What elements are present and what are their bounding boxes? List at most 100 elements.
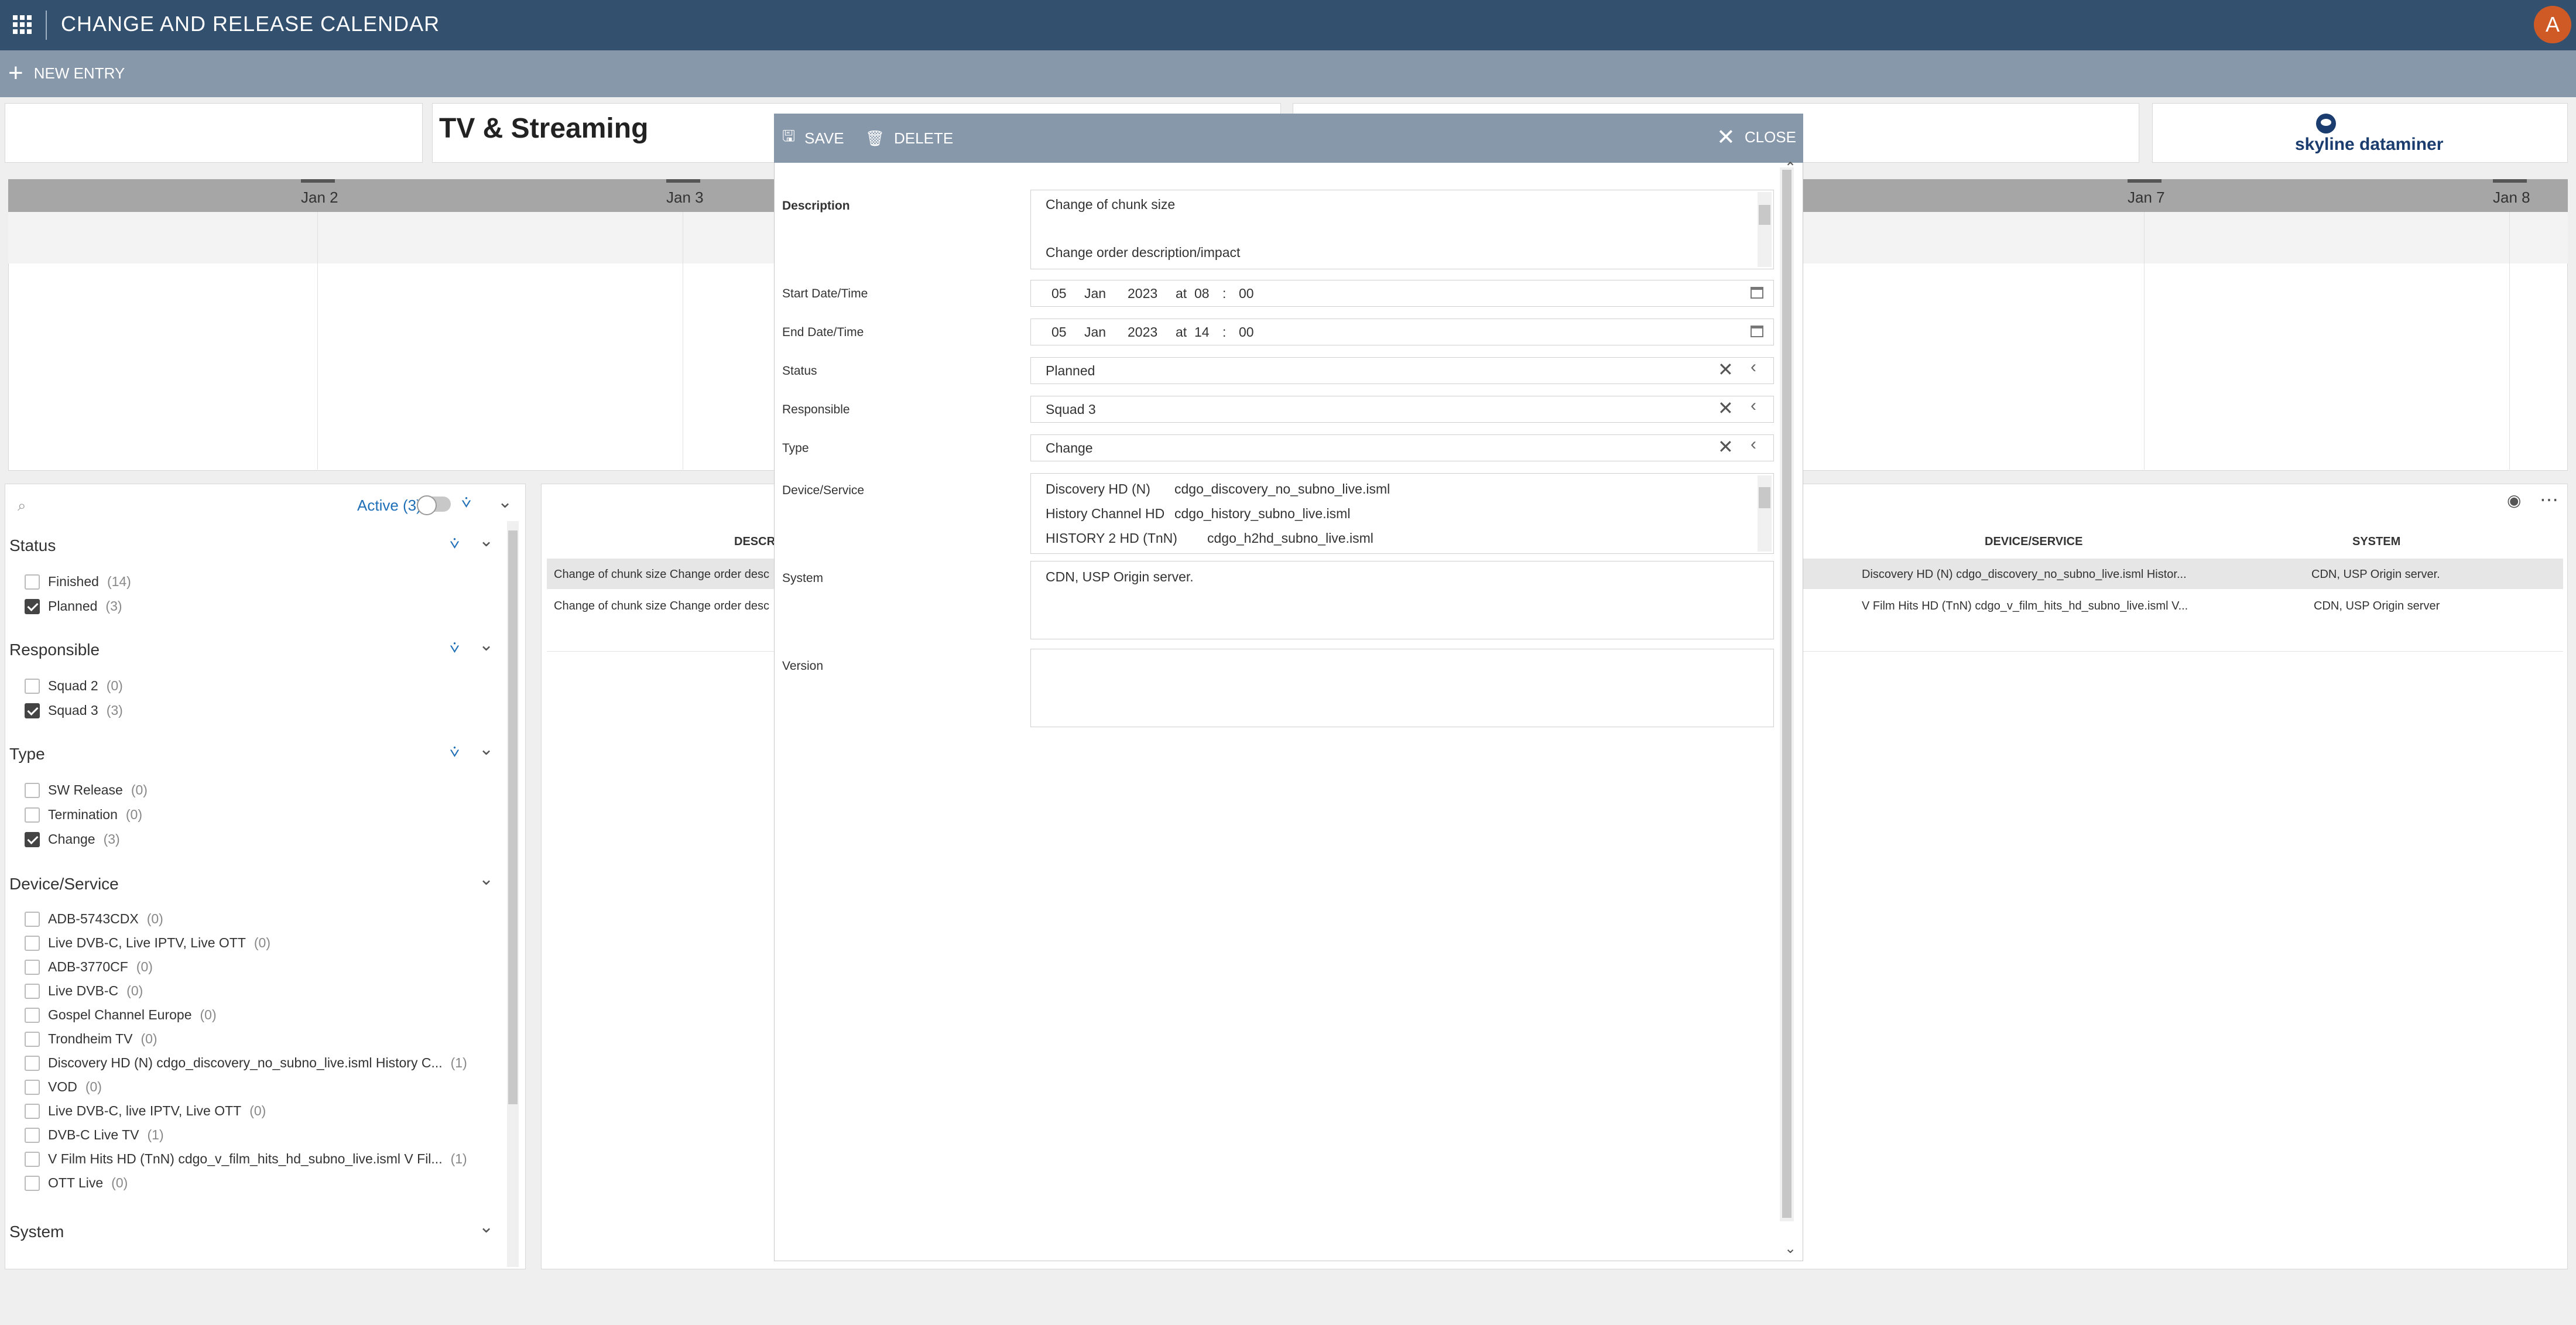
end-label: End Date/Time [782,326,864,339]
filter-scrollbar-thumb[interactable] [508,530,518,1104]
end-minute[interactable]: 00 [1239,324,1254,340]
responsible-filter-icon[interactable]: ⩒ [450,638,470,656]
checkbox[interactable] [25,1007,40,1023]
filter-item-device[interactable]: Discovery HD (N) cdgo_discovery_no_subno… [25,1055,467,1071]
column-header-device[interactable]: DEVICE/SERVICE [1985,535,2082,549]
status-collapse-icon[interactable]: ⌄ [479,530,494,551]
checkbox[interactable] [25,1079,40,1095]
scroll-down-icon[interactable]: ⌄ [1784,1240,1796,1257]
type-filter-icon[interactable]: ⩒ [450,742,470,761]
expand-responsible-icon[interactable]: ‹ [1751,396,1756,416]
column-header-system[interactable]: SYSTEM [2352,535,2400,549]
clear-responsible-icon[interactable]: ✕ [1718,397,1734,419]
device-scrollbar-thumb[interactable] [1759,487,1770,508]
checkbox[interactable] [25,703,40,718]
apps-grid-icon[interactable] [13,15,32,34]
start-day[interactable]: 05 [1051,286,1067,302]
checkbox[interactable] [25,1127,40,1143]
filter-item-device[interactable]: OTT Live (0) [25,1175,128,1191]
end-month[interactable]: Jan [1084,324,1106,340]
expand-status-icon[interactable]: ‹ [1751,357,1756,377]
collapse-chevron-icon[interactable]: ⌄ [498,492,512,512]
start-month[interactable]: Jan [1084,286,1106,302]
clear-filter-icon[interactable]: ⩒ [461,493,481,511]
filter-item-change[interactable]: Change (3) [25,831,120,847]
description-scrollbar[interactable] [1758,192,1772,267]
filter-item-planned[interactable]: Planned (3) [25,598,122,614]
type-select[interactable] [1030,434,1774,461]
start-minute[interactable]: 00 [1239,286,1254,302]
end-year[interactable]: 2023 [1128,324,1157,340]
responsible-collapse-icon[interactable]: ⌄ [479,635,494,655]
checkbox[interactable] [25,911,40,927]
filter-item-count: (0) [200,1007,217,1022]
system-collapse-icon[interactable]: ⌄ [479,1217,494,1237]
checkbox[interactable] [25,983,40,999]
checkbox[interactable] [25,1103,40,1119]
filter-item-termination[interactable]: Termination (0) [25,807,142,823]
status-select[interactable] [1030,357,1774,384]
checkbox[interactable] [25,831,40,847]
expand-type-icon[interactable]: ‹ [1751,434,1756,454]
checkbox[interactable] [25,1055,40,1071]
checkbox[interactable] [25,807,40,823]
responsible-section-title: Responsible [9,641,100,659]
checkbox[interactable] [25,1031,40,1047]
scroll-up-icon[interactable]: ⌃ [1784,159,1796,176]
filter-item-device[interactable]: V Film Hits HD (TnN) cdgo_v_film_hits_hd… [25,1151,467,1167]
filter-item-sw-release[interactable]: SW Release (0) [25,782,148,798]
filter-item-device[interactable]: ADB-5743CDX (0) [25,911,163,927]
start-hour[interactable]: 08 [1194,286,1210,302]
end-day[interactable]: 05 [1051,324,1067,340]
checkbox[interactable] [25,678,40,694]
filter-item-count: (0) [106,678,123,693]
checkbox[interactable] [25,782,40,798]
close-button[interactable]: ✕ CLOSE [1717,123,1796,151]
type-label: Type [782,441,809,455]
filter-item-squad-3[interactable]: Squad 3 (3) [25,703,123,718]
start-year[interactable]: 2023 [1128,286,1157,302]
user-avatar[interactable]: A [2534,6,2571,43]
status-filter-icon[interactable]: ⩒ [450,534,470,552]
filter-item-device[interactable]: Live DVB-C, Live IPTV, Live OTT (0) [25,935,270,951]
filter-item-device[interactable]: Live DVB-C, live IPTV, Live OTT (0) [25,1103,266,1119]
more-options-icon[interactable]: ⋯ [2540,488,2558,511]
clear-type-icon[interactable]: ✕ [1718,436,1734,458]
column-header-description[interactable]: DESCRI [734,535,779,549]
dialog-scrollbar-thumb[interactable] [1782,170,1791,1218]
calendar-icon[interactable] [1751,287,1763,299]
end-hour[interactable]: 14 [1194,324,1210,340]
checkbox[interactable] [25,574,40,590]
responsible-select[interactable] [1030,396,1774,423]
visibility-icon[interactable]: ◉ [2507,491,2521,510]
calendar-icon[interactable] [1751,326,1763,337]
checkbox[interactable] [25,1175,40,1191]
version-field[interactable] [1030,649,1774,727]
description-scrollbar-thumb[interactable] [1759,205,1770,225]
checkbox[interactable] [25,598,40,614]
active-toggle[interactable] [417,495,451,515]
checkbox[interactable] [25,1151,40,1167]
filter-item-device[interactable]: VOD (0) [25,1079,102,1095]
search-icon[interactable]: ⌕ [18,497,26,515]
save-button[interactable]: 🖫 SAVE [782,124,844,152]
type-collapse-icon[interactable]: ⌄ [479,739,494,759]
filter-item-label: Planned [48,598,98,614]
filter-item-device[interactable]: Trondheim TV (0) [25,1031,157,1047]
device-collapse-icon[interactable]: ⌄ [479,869,494,889]
timeline-date: Jan 3 [666,189,704,206]
device-name: Discovery HD (N) [1046,481,1150,497]
clear-status-icon[interactable]: ✕ [1718,358,1734,381]
filter-item-count: (3) [106,703,123,718]
filter-item-device[interactable]: Live DVB-C (0) [25,983,143,999]
filter-item-device[interactable]: ADB-3770CF (0) [25,959,153,975]
delete-button[interactable]: 🗑 DELETE [865,124,953,152]
checkbox[interactable] [25,935,40,951]
checkbox[interactable] [25,959,40,975]
filter-item-finished[interactable]: Finished (14) [25,574,131,590]
filter-item-squad-2[interactable]: Squad 2 (0) [25,678,123,694]
filter-item-device[interactable]: DVB-C Live TV (1) [25,1127,164,1143]
filter-item-count: (0) [141,1031,157,1046]
new-entry-button[interactable]: + NEW ENTRY [8,59,125,88]
filter-item-device[interactable]: Gospel Channel Europe (0) [25,1007,217,1023]
